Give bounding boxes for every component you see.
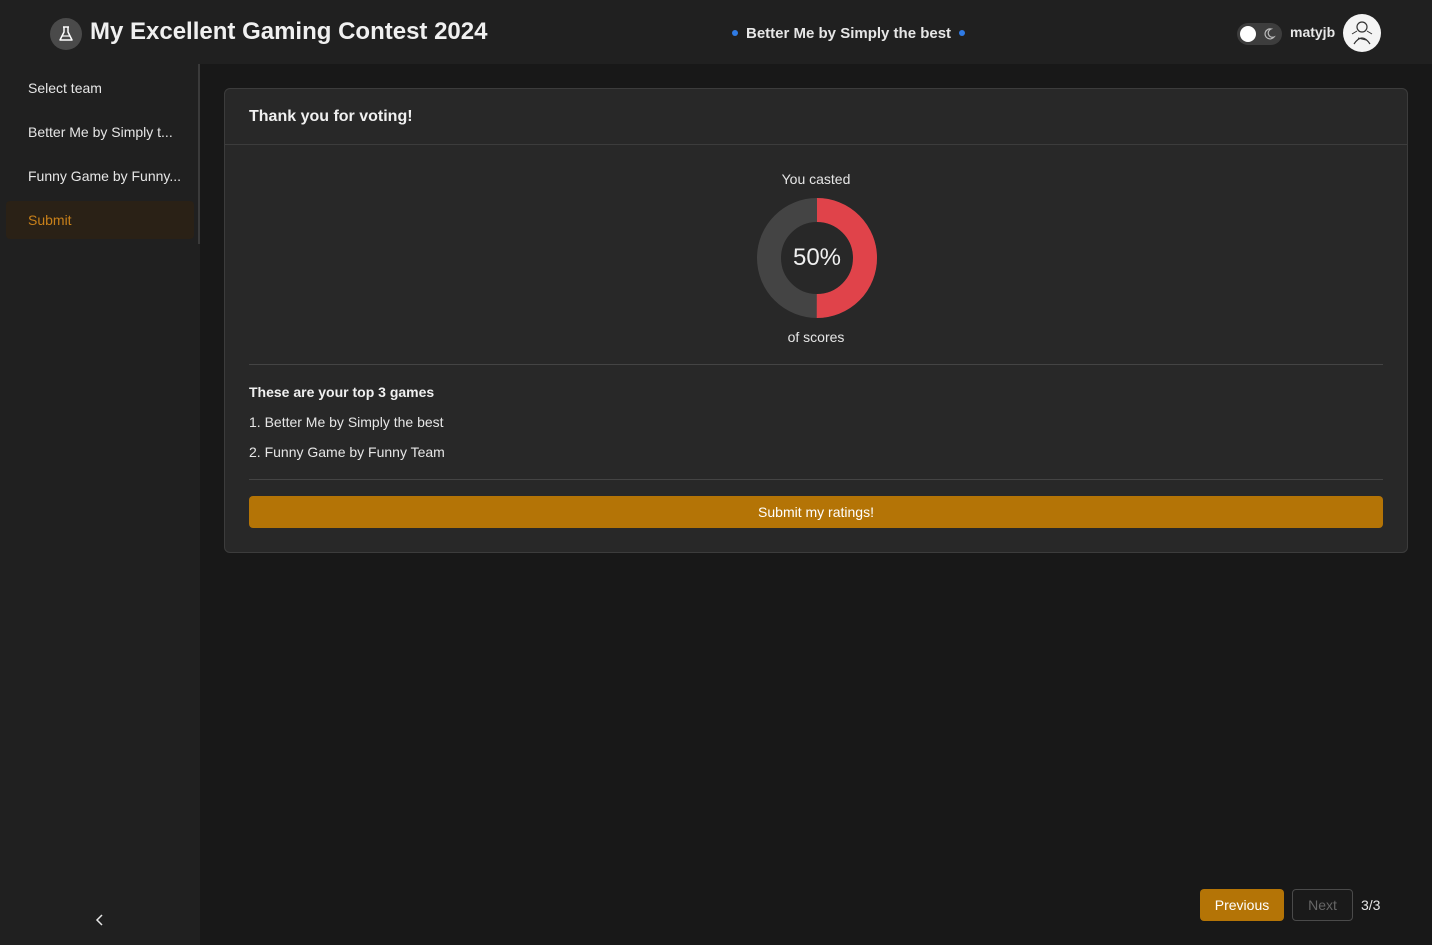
sidebar-item-better-me[interactable]: Better Me by Simply t...	[6, 113, 194, 151]
list-item: 2. Funny Game by Funny Team	[249, 444, 445, 460]
moon-icon	[1264, 28, 1276, 40]
card-title: Thank you for voting!	[225, 89, 1407, 145]
app-header: My Excellent Gaming Contest 2024 Better …	[0, 0, 1432, 64]
theme-toggle[interactable]	[1237, 23, 1282, 45]
avatar[interactable]	[1343, 14, 1381, 52]
vote-summary-card: Thank you for voting! You casted 50% of …	[224, 88, 1408, 553]
next-button[interactable]: Next	[1292, 889, 1353, 921]
status-dot-right	[959, 30, 966, 36]
current-game-label: Better Me by Simply the best	[746, 24, 952, 42]
chevron-left-icon[interactable]	[90, 910, 110, 930]
casted-label: You casted	[781, 171, 851, 187]
of-scores-label: of scores	[787, 329, 845, 345]
sidebar-item-submit[interactable]: Submit	[6, 201, 194, 239]
app-title: My Excellent Gaming Contest 2024	[90, 18, 488, 45]
toggle-knob	[1240, 26, 1256, 42]
status-dot-left	[732, 30, 738, 36]
divider	[249, 364, 1383, 365]
percent-label: 50%	[792, 244, 842, 271]
sidebar-rail	[198, 64, 200, 244]
sidebar: Select team Better Me by Simply t... Fun…	[0, 64, 200, 945]
divider	[249, 479, 1383, 480]
username[interactable]: matyjb	[1290, 24, 1335, 40]
sidebar-item-select-team[interactable]: Select team	[6, 69, 194, 107]
current-game-indicator: Better Me by Simply the best	[732, 22, 966, 44]
submit-ratings-button[interactable]: Submit my ratings!	[249, 496, 1383, 528]
page-indicator: 3/3	[1361, 897, 1381, 913]
flask-icon[interactable]	[50, 18, 82, 50]
sidebar-item-funny-game[interactable]: Funny Game by Funny...	[6, 157, 194, 195]
list-item: 1. Better Me by Simply the best	[249, 414, 444, 430]
previous-button[interactable]: Previous	[1200, 889, 1284, 921]
top-games-title: These are your top 3 games	[249, 384, 435, 400]
